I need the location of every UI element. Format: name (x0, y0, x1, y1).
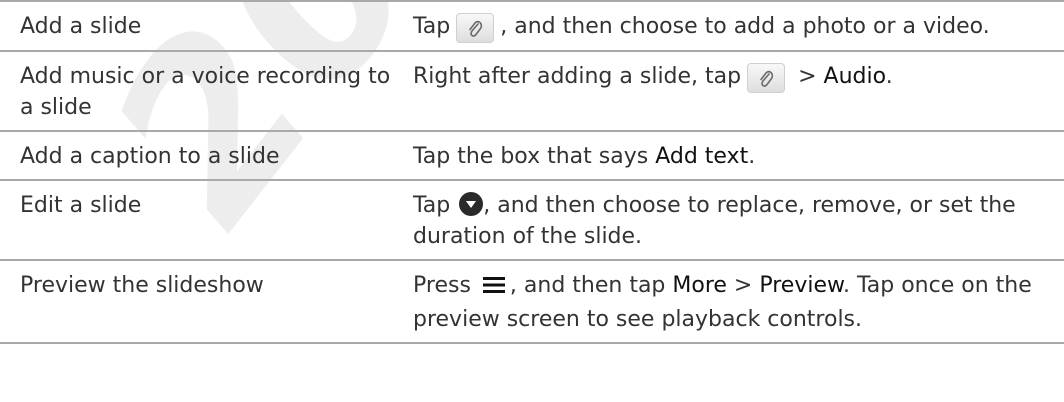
desc-text: , and then choose to replace, remove, or… (413, 193, 1016, 249)
desc-text: , and then choose to add a photo or a vi… (500, 14, 990, 39)
desc-text: Tap the box that says (413, 144, 656, 169)
ui-term: Audio (823, 64, 886, 89)
menu-icon (482, 273, 506, 304)
description-cell: Tap the box that says Add text. (395, 131, 1064, 181)
description-cell: Press , and then tap More > Preview. Tap… (395, 260, 1064, 344)
paperclip-icon (747, 63, 786, 93)
desc-text: > (726, 273, 760, 298)
table-row: Edit a slide Tap , and then choose to re… (0, 180, 1064, 261)
description-cell: Tap , and then choose to replace, remove… (395, 180, 1064, 261)
table-row: Add a slide Tap , and then choose to add … (0, 0, 1064, 52)
ui-term: Add text (655, 144, 749, 169)
desc-text: Tap (413, 14, 451, 39)
action-cell: Edit a slide (0, 180, 395, 261)
description-cell: Tap , and then choose to add a photo or a… (395, 0, 1064, 52)
desc-text: . (748, 144, 756, 169)
down-arrow-circle-icon (459, 192, 484, 216)
action-cell: Add music or a voice recording to a slid… (0, 51, 395, 132)
table-row: Add music or a voice recording to a slid… (0, 51, 1064, 132)
desc-text: Right after adding a slide, tap (413, 64, 742, 89)
slideshow-actions-table: Add a slide Tap , and then choose to add … (0, 0, 1064, 344)
action-cell: Add a slide (0, 0, 395, 52)
description-cell: Right after adding a slide, tap > Audio. (395, 51, 1064, 132)
table-row: Preview the slideshow Press , and then t… (0, 260, 1064, 344)
table-row: Add a caption to a slide Tap the box tha… (0, 131, 1064, 181)
desc-text: Tap (413, 193, 458, 218)
paperclip-icon (456, 13, 495, 43)
desc-text: , and then tap (509, 273, 673, 298)
desc-text: . (885, 64, 893, 89)
ui-term: More (672, 273, 727, 298)
desc-text: > (791, 64, 824, 89)
ui-term: Preview (759, 273, 843, 298)
desc-text: Press (413, 273, 478, 298)
action-cell: Preview the slideshow (0, 260, 395, 344)
action-cell: Add a caption to a slide (0, 131, 395, 181)
